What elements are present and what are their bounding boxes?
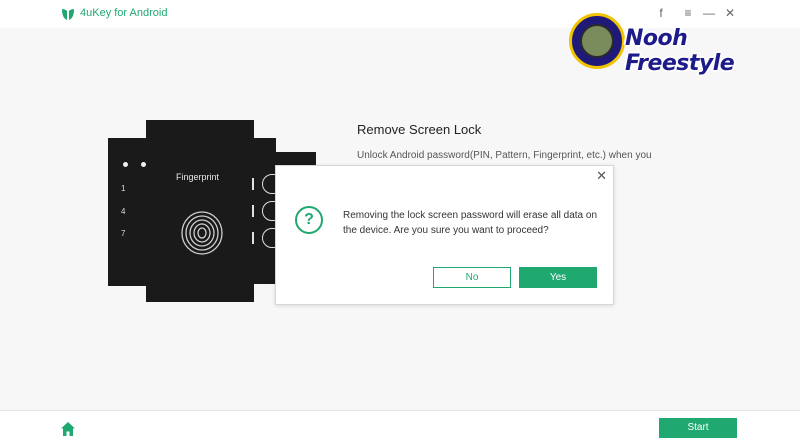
app-title: 4uKey for Android [80, 7, 168, 19]
menu-icon[interactable]: ≡ [681, 6, 695, 20]
pin-digit: 4 [121, 207, 126, 216]
bottom-bar: Start [0, 410, 800, 444]
home-icon[interactable] [60, 421, 76, 437]
dialog-close-icon[interactable]: ✕ [596, 168, 607, 184]
feature-title: Remove Screen Lock [357, 122, 482, 137]
watermark-text: Nooh Freestyle [625, 26, 735, 76]
pin-digit: 7 [121, 229, 126, 238]
pattern-bar [252, 178, 254, 190]
minimize-icon[interactable]: — [702, 6, 716, 20]
indicator-dot [123, 162, 128, 167]
indicator-dot [141, 162, 146, 167]
question-icon: ? [295, 206, 323, 234]
start-button[interactable]: Start [659, 418, 737, 438]
watermark-emblem [580, 24, 614, 58]
pattern-bar [252, 232, 254, 244]
pin-digit: 1 [121, 184, 126, 193]
confirm-dialog: ✕ ? Removing the lock screen password wi… [275, 165, 614, 305]
close-window-icon[interactable]: ✕ [723, 6, 737, 20]
watermark-logo-icon [569, 13, 625, 69]
yes-button[interactable]: Yes [519, 267, 597, 288]
feature-description: Unlock Android password(PIN, Pattern, Fi… [357, 150, 652, 161]
facebook-icon[interactable]: f [654, 6, 668, 20]
pattern-bar [252, 205, 254, 217]
dialog-message: Removing the lock screen password will e… [343, 210, 598, 236]
no-button[interactable]: No [433, 267, 511, 288]
app-logo-icon [62, 9, 74, 20]
title-bar: 4uKey for Android f ≡ — ✕ [0, 0, 800, 28]
fingerprint-label: Fingerprint [176, 172, 220, 182]
fingerprint-icon [181, 211, 223, 255]
